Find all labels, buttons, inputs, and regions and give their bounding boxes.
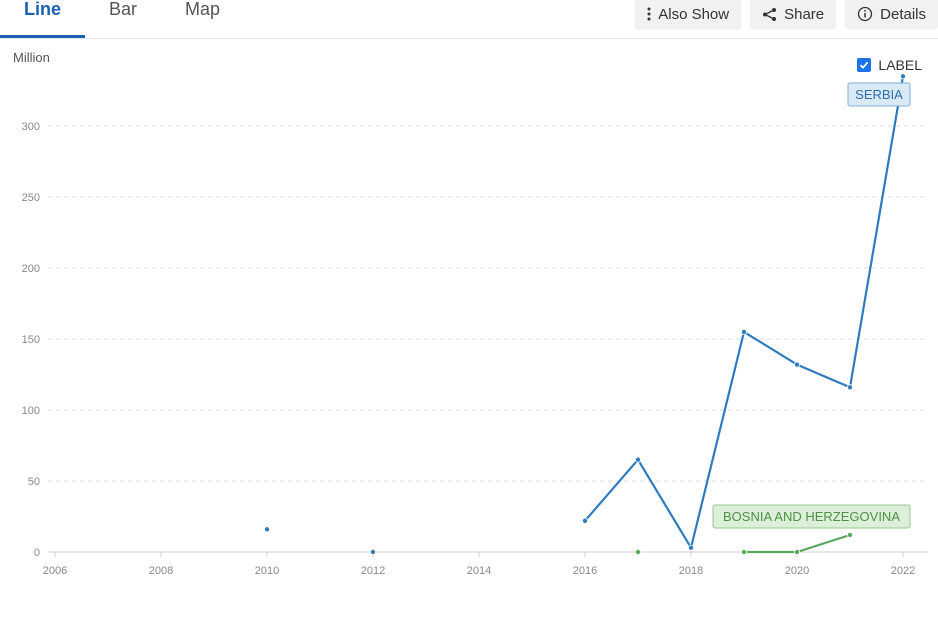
x-tick-label-2006: 2006 bbox=[43, 565, 67, 577]
y-tick-label-100: 100 bbox=[22, 405, 40, 417]
data-point-serbia-2010 bbox=[263, 526, 270, 533]
data-point-bosnia-and-herzegovina-2017 bbox=[635, 549, 642, 556]
y-tick-label-200: 200 bbox=[22, 263, 40, 275]
x-tick-label-2018: 2018 bbox=[679, 565, 703, 577]
y-tick-label-300: 300 bbox=[22, 121, 40, 133]
x-tick-label-2022: 2022 bbox=[891, 565, 915, 577]
data-point-serbia-2017 bbox=[635, 456, 642, 463]
data-point-serbia-2019 bbox=[741, 328, 748, 335]
x-tick-label-2008: 2008 bbox=[149, 565, 173, 577]
x-tick-label-2016: 2016 bbox=[573, 565, 597, 577]
data-point-serbia-2021 bbox=[847, 384, 854, 391]
x-tick-label-2012: 2012 bbox=[361, 565, 385, 577]
data-point-serbia-2012 bbox=[369, 549, 376, 556]
data-point-bosnia-and-herzegovina-2020 bbox=[794, 549, 801, 556]
x-tick-label-2020: 2020 bbox=[785, 565, 809, 577]
data-point-bosnia-and-herzegovina-2019 bbox=[741, 549, 748, 556]
y-tick-label-0: 0 bbox=[34, 547, 40, 559]
data-point-serbia-2020 bbox=[794, 361, 801, 368]
y-tick-label-50: 50 bbox=[28, 476, 40, 488]
series-label-serbia: SERBIA bbox=[855, 87, 903, 102]
data-point-serbia-2022 bbox=[900, 73, 907, 80]
series-label-bosnia-and-herzegovina: BOSNIA AND HERZEGOVINA bbox=[723, 509, 900, 524]
data-point-bosnia-and-herzegovina-2021 bbox=[847, 531, 854, 538]
y-tick-label-150: 150 bbox=[22, 334, 40, 346]
y-tick-label-250: 250 bbox=[22, 192, 40, 204]
x-tick-label-2014: 2014 bbox=[467, 565, 491, 577]
data-point-serbia-2016 bbox=[582, 517, 589, 524]
data-point-serbia-2018 bbox=[688, 544, 695, 551]
x-tick-label-2010: 2010 bbox=[255, 565, 279, 577]
series-line-serbia-2 bbox=[584, 76, 905, 549]
line-chart: 0 50 100 150 200 250 300 2006 2008 2010 2012 2014 20… bbox=[22, 73, 928, 577]
